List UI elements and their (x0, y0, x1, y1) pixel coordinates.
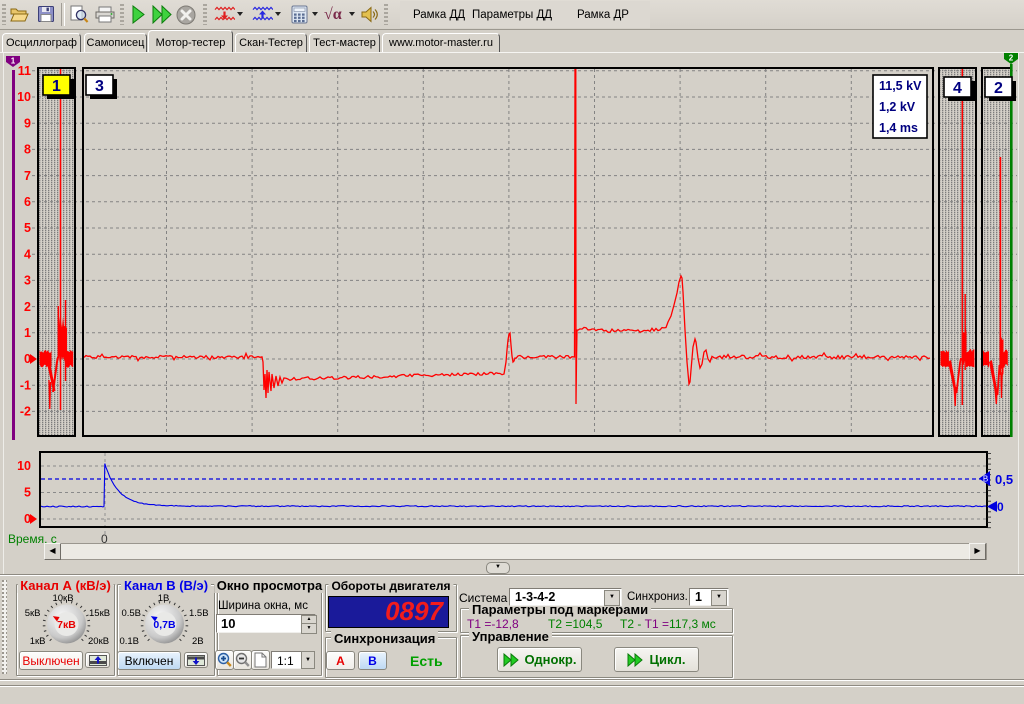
svg-text:0,7В: 0,7В (153, 619, 176, 631)
svg-text:5: 5 (24, 221, 31, 235)
svg-text:1.5В: 1.5В (189, 608, 209, 619)
svg-text:4: 4 (24, 247, 31, 261)
svg-text:1: 1 (11, 57, 16, 66)
svg-text:7кВ: 7кВ (57, 619, 76, 631)
svg-text:10: 10 (17, 90, 31, 104)
svg-text:B: B (983, 475, 988, 484)
svg-text:1,4 ms: 1,4 ms (879, 121, 918, 135)
svg-text:1: 1 (24, 326, 31, 340)
svg-text:2: 2 (994, 80, 1003, 97)
svg-text:0: 0 (24, 352, 31, 366)
svg-text:-1: -1 (20, 378, 31, 392)
svg-text:1,2 kV: 1,2 kV (879, 100, 916, 114)
svg-text:1кВ: 1кВ (30, 636, 46, 647)
svg-text:2В: 2В (192, 636, 204, 647)
svg-text:6: 6 (24, 195, 31, 209)
svg-text:10кВ: 10кВ (52, 593, 73, 604)
svg-text:0,5: 0,5 (995, 472, 1013, 487)
svg-text:20кВ: 20кВ (88, 636, 109, 647)
svg-text:0.1В: 0.1В (119, 636, 139, 647)
svg-text:-2: -2 (20, 405, 31, 419)
svg-text:11,5 kV: 11,5 kV (879, 79, 922, 93)
svg-text:8: 8 (24, 143, 31, 157)
svg-text:10: 10 (17, 459, 31, 473)
svg-text:0: 0 (997, 500, 1004, 514)
svg-text:11: 11 (18, 64, 31, 78)
svg-text:9: 9 (24, 116, 31, 130)
svg-text:2: 2 (1009, 54, 1014, 63)
svg-text:0.5В: 0.5В (121, 608, 141, 619)
svg-text:15кВ: 15кВ (89, 608, 110, 619)
svg-text:4: 4 (953, 80, 962, 97)
svg-text:3: 3 (95, 78, 104, 95)
svg-text:2: 2 (24, 300, 31, 314)
svg-text:1В: 1В (158, 593, 170, 604)
svg-text:0: 0 (24, 512, 31, 526)
svg-text:3: 3 (24, 274, 31, 288)
svg-text:7: 7 (24, 169, 31, 183)
svg-text:5: 5 (24, 486, 31, 500)
svg-text:5кВ: 5кВ (25, 608, 41, 619)
svg-text:1: 1 (52, 78, 61, 95)
